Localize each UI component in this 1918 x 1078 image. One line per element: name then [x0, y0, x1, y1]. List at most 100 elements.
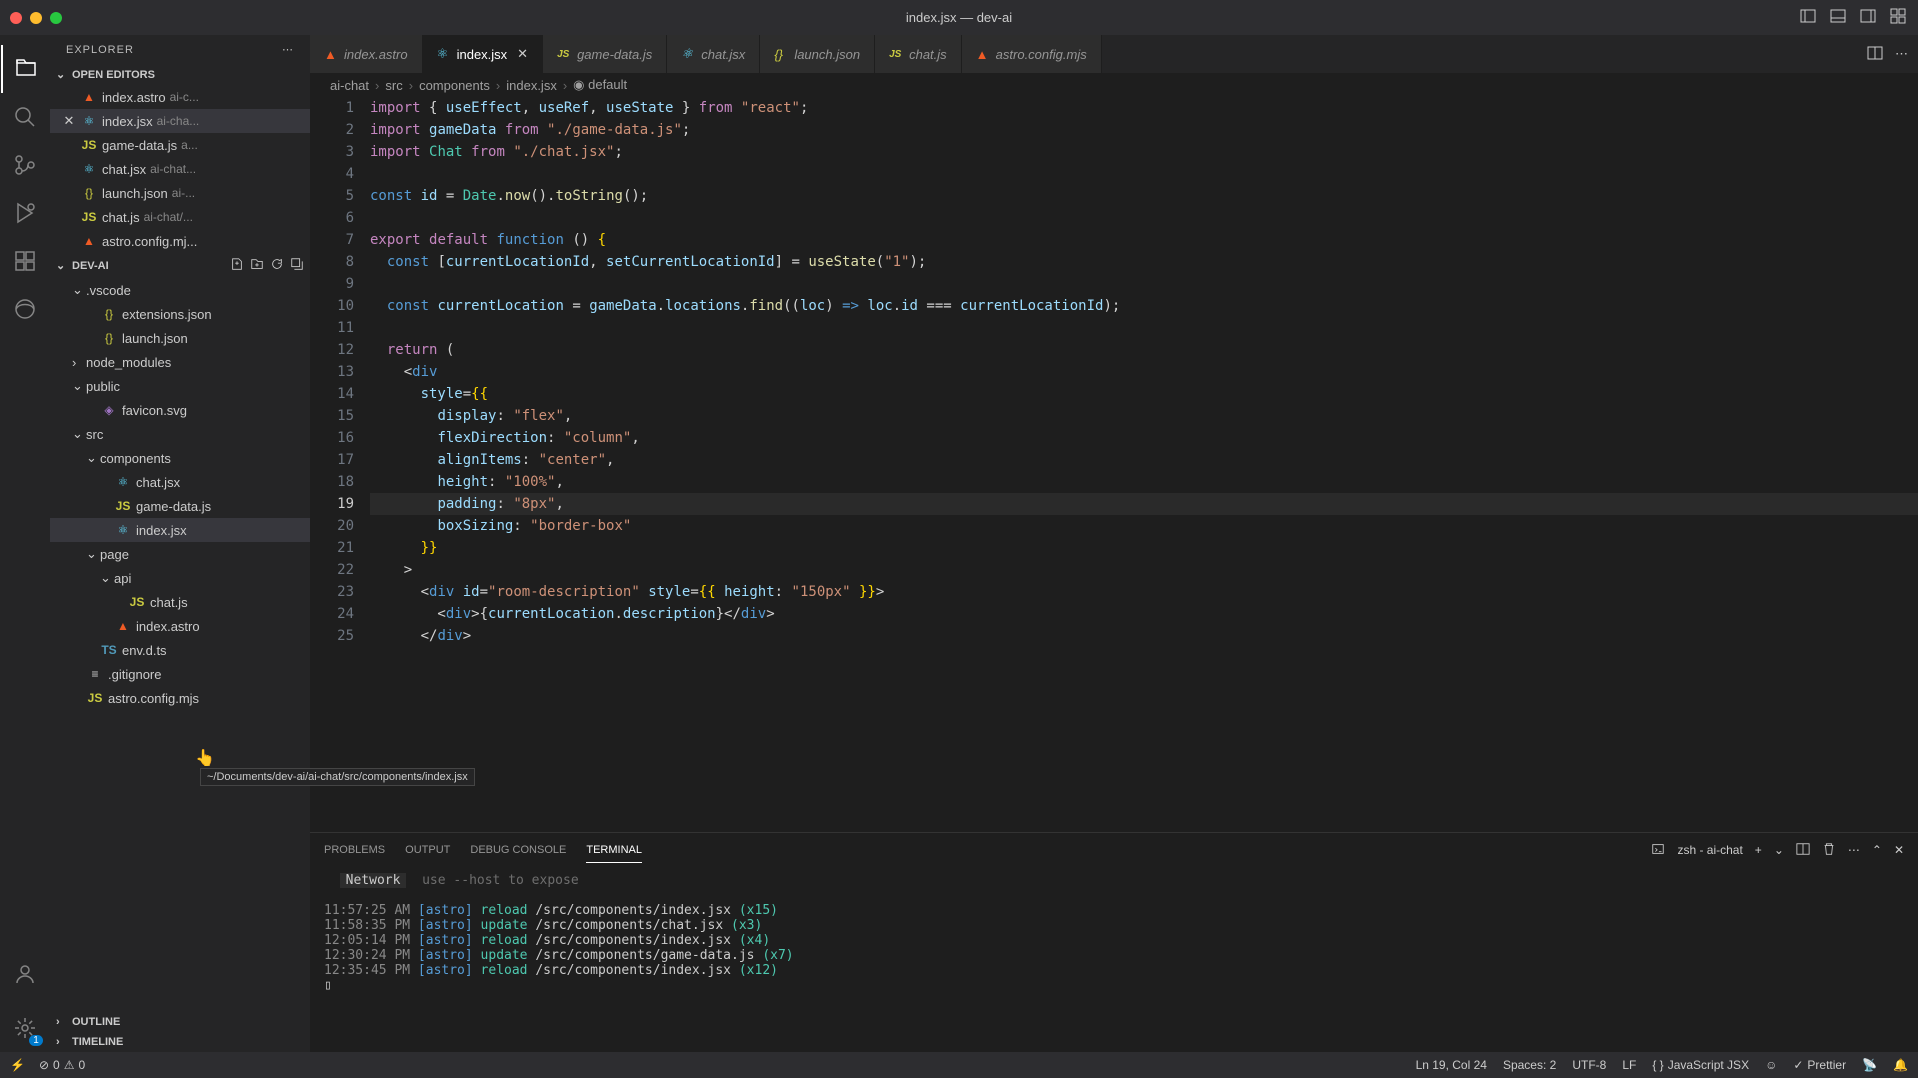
- collapse-all-icon[interactable]: [290, 257, 304, 274]
- project-header[interactable]: ⌄ DEV-AI: [50, 253, 310, 278]
- open-editor-item[interactable]: ▲astro.config.mj...: [50, 229, 310, 253]
- split-terminal-icon[interactable]: [1796, 842, 1810, 859]
- breadcrumb-item[interactable]: index.jsx: [506, 78, 557, 93]
- panel-tab-terminal[interactable]: TERMINAL: [586, 838, 642, 863]
- folder-item[interactable]: ⌄.vscode: [50, 278, 310, 302]
- minimize-window-button[interactable]: [30, 12, 42, 24]
- editor-tab[interactable]: ⚛index.jsx✕: [423, 35, 543, 73]
- more-icon[interactable]: ⋯: [1848, 843, 1860, 857]
- file-item[interactable]: ⚛chat.jsx: [50, 470, 310, 494]
- terminal-dropdown-icon[interactable]: ⌄: [1774, 843, 1784, 857]
- close-icon[interactable]: ✕: [62, 113, 76, 129]
- file-item[interactable]: JSchat.js: [50, 590, 310, 614]
- chevron-icon: ⌄: [72, 426, 86, 442]
- prettier-status[interactable]: ✓ Prettier: [1793, 1058, 1846, 1072]
- folder-item[interactable]: ⌄page: [50, 542, 310, 566]
- toggle-secondary-sidebar-icon[interactable]: [1860, 8, 1876, 27]
- folder-item[interactable]: ›node_modules: [50, 350, 310, 374]
- file-item[interactable]: JSastro.config.mjs: [50, 686, 310, 710]
- terminal-body[interactable]: Network use --host to expose 11:57:25 AM…: [310, 867, 1918, 1052]
- errors-warnings[interactable]: ⊘0 ⚠0: [39, 1058, 85, 1072]
- open-editor-item[interactable]: JSchat.jsai-chat/...: [50, 205, 310, 229]
- file-item[interactable]: JSgame-data.js: [50, 494, 310, 518]
- file-item[interactable]: TSenv.d.ts: [50, 638, 310, 662]
- folder-item[interactable]: ⌄src: [50, 422, 310, 446]
- panel-tabs: PROBLEMS OUTPUT DEBUG CONSOLE TERMINAL zsh …: [310, 833, 1918, 867]
- open-editor-item[interactable]: ✕⚛index.jsxai-cha...: [50, 109, 310, 133]
- terminal-profile-icon[interactable]: [1651, 842, 1665, 859]
- panel-tab-debug-console[interactable]: DEBUG CONSOLE: [470, 838, 566, 862]
- maximize-window-button[interactable]: [50, 12, 62, 24]
- edge-activity-icon[interactable]: [1, 285, 49, 333]
- timeline-header[interactable]: › TIMELINE: [50, 1032, 310, 1052]
- explorer-activity-icon[interactable]: [1, 45, 49, 93]
- breadcrumb-item[interactable]: components: [419, 78, 490, 93]
- language-mode[interactable]: { } JavaScript JSX: [1652, 1058, 1749, 1072]
- folder-item[interactable]: ⌄public: [50, 374, 310, 398]
- close-window-button[interactable]: [10, 12, 22, 24]
- extensions-activity-icon[interactable]: [1, 237, 49, 285]
- accounts-activity-icon[interactable]: [1, 950, 49, 998]
- maximize-panel-icon[interactable]: ⌃: [1872, 843, 1882, 857]
- refresh-icon[interactable]: [270, 257, 284, 274]
- sidebar-more-icon[interactable]: ⋯: [282, 43, 294, 56]
- outline-header[interactable]: › OUTLINE: [50, 1012, 310, 1032]
- remote-indicator[interactable]: ⚡: [10, 1058, 25, 1072]
- new-terminal-icon[interactable]: +: [1755, 843, 1762, 857]
- file-item[interactable]: ◈favicon.svg: [50, 398, 310, 422]
- kill-terminal-icon[interactable]: [1822, 842, 1836, 859]
- file-name: game-data.js: [102, 138, 177, 153]
- source-control-activity-icon[interactable]: [1, 141, 49, 189]
- settings-activity-icon[interactable]: 1: [1, 1004, 49, 1052]
- open-editor-item[interactable]: JSgame-data.jsa...: [50, 133, 310, 157]
- file-item[interactable]: ⚛index.jsx: [50, 518, 310, 542]
- eol[interactable]: LF: [1622, 1058, 1636, 1072]
- file-item[interactable]: {}extensions.json: [50, 302, 310, 326]
- file-item[interactable]: ▲index.astro: [50, 614, 310, 638]
- code-content[interactable]: import { useEffect, useRef, useState } f…: [370, 97, 1918, 832]
- more-actions-icon[interactable]: ⋯: [1895, 46, 1908, 62]
- editor-tab[interactable]: JSchat.js: [875, 35, 962, 73]
- run-debug-activity-icon[interactable]: [1, 189, 49, 237]
- folder-item[interactable]: ⌄components: [50, 446, 310, 470]
- editor-tab[interactable]: ▲index.astro: [310, 35, 423, 73]
- file-name: game-data.js: [136, 499, 211, 514]
- tabs: ▲index.astro⚛index.jsx✕JSgame-data.js⚛ch…: [310, 35, 1918, 73]
- file-item[interactable]: {}launch.json: [50, 326, 310, 350]
- editor-tab[interactable]: ⚛chat.jsx: [667, 35, 760, 73]
- open-editor-item[interactable]: ▲index.astroai-c...: [50, 85, 310, 109]
- notifications-icon[interactable]: 🔔: [1893, 1058, 1908, 1072]
- close-icon[interactable]: ✕: [517, 46, 528, 62]
- indentation[interactable]: Spaces: 2: [1503, 1058, 1556, 1072]
- terminal-shell-label[interactable]: zsh - ai-chat: [1677, 843, 1742, 857]
- breadcrumb-separator: ›: [409, 78, 413, 93]
- breadcrumbs[interactable]: ai-chat›src›components›index.jsx›◉ defau…: [310, 73, 1918, 97]
- file-name: chat.js: [102, 210, 140, 225]
- file-item[interactable]: ≡.gitignore: [50, 662, 310, 686]
- editor-tab[interactable]: {}launch.json: [760, 35, 875, 73]
- editor-tab[interactable]: ▲astro.config.mjs: [962, 35, 1102, 73]
- breadcrumb-item[interactable]: ◉ default: [573, 77, 627, 93]
- toggle-primary-sidebar-icon[interactable]: [1800, 8, 1816, 27]
- split-editor-icon[interactable]: [1867, 45, 1883, 64]
- new-file-icon[interactable]: [230, 257, 244, 274]
- open-editor-item[interactable]: ⚛chat.jsxai-chat...: [50, 157, 310, 181]
- folder-item[interactable]: ⌄api: [50, 566, 310, 590]
- breadcrumb-item[interactable]: ai-chat: [330, 78, 369, 93]
- cursor-position[interactable]: Ln 19, Col 24: [1416, 1058, 1487, 1072]
- live-share-icon[interactable]: 📡: [1862, 1058, 1877, 1072]
- encoding[interactable]: UTF-8: [1572, 1058, 1606, 1072]
- panel-tab-output[interactable]: OUTPUT: [405, 838, 450, 862]
- breadcrumb-item[interactable]: src: [385, 78, 402, 93]
- panel-tab-problems[interactable]: PROBLEMS: [324, 838, 385, 862]
- customize-layout-icon[interactable]: [1890, 8, 1906, 27]
- feedback-icon[interactable]: ☺: [1765, 1058, 1777, 1072]
- new-folder-icon[interactable]: [250, 257, 264, 274]
- toggle-panel-icon[interactable]: [1830, 8, 1846, 27]
- open-editor-item[interactable]: {}launch.jsonai-...: [50, 181, 310, 205]
- close-panel-icon[interactable]: ✕: [1894, 843, 1904, 857]
- editor-tab[interactable]: JSgame-data.js: [543, 35, 667, 73]
- open-editors-header[interactable]: ⌄ OPEN EDITORS: [50, 64, 310, 85]
- code-editor[interactable]: 1234567891011121314151617181920212223242…: [310, 97, 1918, 832]
- search-activity-icon[interactable]: [1, 93, 49, 141]
